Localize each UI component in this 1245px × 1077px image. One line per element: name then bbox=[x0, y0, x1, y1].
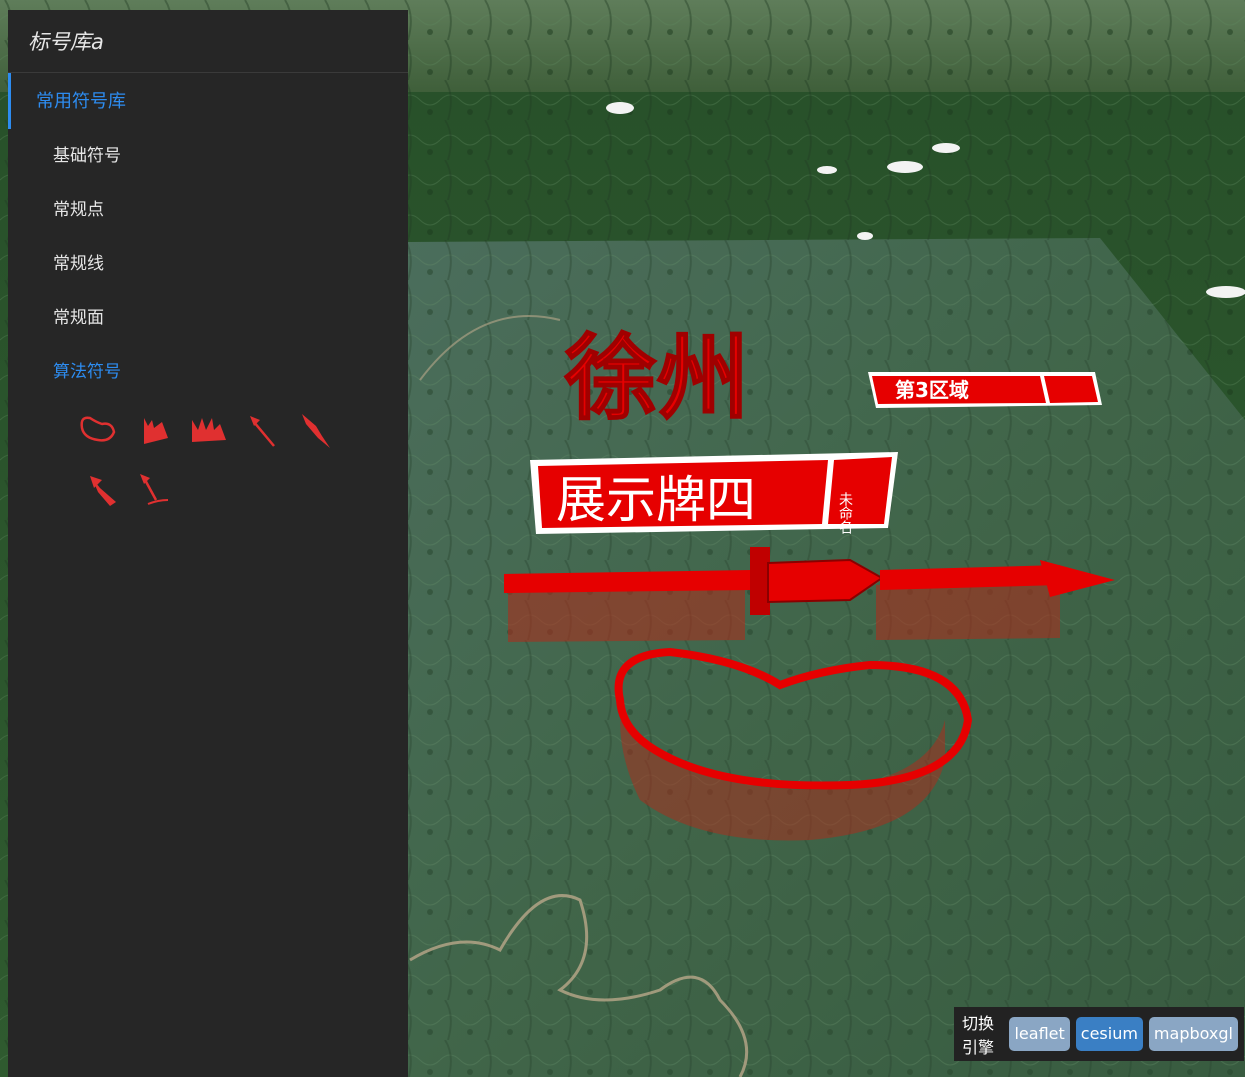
engine-switch-bar: 切换引擎 leaflet cesium mapboxgl bbox=[954, 1007, 1244, 1061]
active-indicator bbox=[8, 73, 11, 129]
tailed-arrow-icon[interactable] bbox=[80, 470, 124, 510]
closed-curve-3d[interactable] bbox=[614, 647, 973, 841]
menu-item-regular-area[interactable]: 常规面 bbox=[8, 291, 408, 345]
closed-curve-icon[interactable] bbox=[74, 410, 118, 450]
engine-button-leaflet[interactable]: leaflet bbox=[1009, 1017, 1070, 1051]
sign-region-3[interactable]: 第3区域 bbox=[868, 372, 1102, 408]
display-board-4[interactable]: 展示牌四 未命名 bbox=[530, 452, 898, 534]
display-board-4-text: 展示牌四 bbox=[556, 471, 756, 529]
menu-group-common-symbols[interactable]: 常用符号库 bbox=[8, 73, 408, 129]
straight-arrow-3d[interactable] bbox=[504, 547, 1115, 642]
menu-item-regular-point[interactable]: 常规点 bbox=[8, 183, 408, 237]
engine-button-mapboxgl[interactable]: mapboxgl bbox=[1148, 1017, 1238, 1051]
fine-arrow-icon[interactable] bbox=[132, 470, 176, 510]
display-board-4-sub: 未命名 bbox=[837, 492, 853, 534]
straight-arrow-icon[interactable] bbox=[242, 410, 286, 450]
double-arrow-icon[interactable] bbox=[130, 410, 174, 450]
map-label-xuzhou: 徐州 bbox=[564, 325, 749, 432]
menu-item-basic-symbols[interactable]: 基础符号 bbox=[8, 129, 408, 183]
menu-group-label: 常用符号库 bbox=[36, 91, 126, 112]
symbol-library-panel: 标号库a 常用符号库 基础符号 常规点 常规线 常规面 算法符号 bbox=[8, 10, 408, 1077]
triple-arrow-icon[interactable] bbox=[186, 410, 230, 450]
panel-title: 标号库a bbox=[8, 10, 408, 73]
engine-switch-label: 切换引擎 bbox=[962, 1014, 995, 1057]
menu-item-algorithm-symbols[interactable]: 算法符号 bbox=[8, 345, 408, 399]
menu-item-regular-line[interactable]: 常规线 bbox=[8, 237, 408, 291]
engine-button-cesium[interactable]: cesium bbox=[1075, 1017, 1143, 1051]
attack-arrow-icon[interactable] bbox=[296, 410, 340, 450]
sign-region-3-text: 第3区域 bbox=[895, 378, 969, 402]
